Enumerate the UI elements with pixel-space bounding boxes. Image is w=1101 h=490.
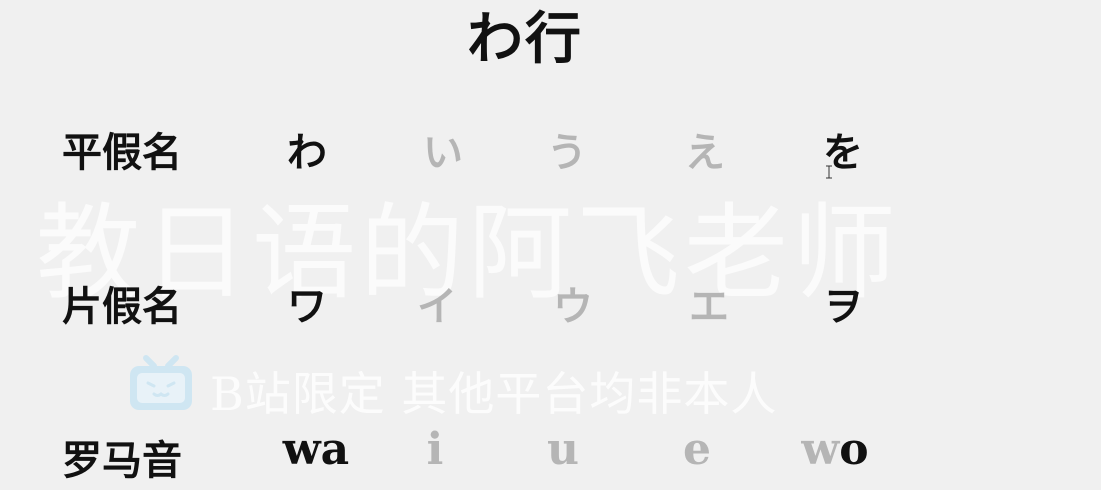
- kana-cell-hiragana-e: え: [685, 129, 725, 176]
- row-label-hiragana: 平假名: [62, 129, 182, 176]
- romaji-cell-wo: wo: [801, 424, 869, 475]
- romaji-cell-wa: wa: [282, 424, 350, 475]
- kana-cell-hiragana-u: う: [547, 129, 587, 176]
- row-label-romaji: 罗马音: [62, 437, 182, 484]
- bilibili-tv-icon: [130, 355, 192, 410]
- kana-cell-hiragana-wo: を: [823, 129, 863, 176]
- kana-cell-katakana-wo: ヲ: [823, 283, 863, 330]
- romaji-cell-e: e: [683, 424, 711, 475]
- row-label-katakana: 片假名: [62, 283, 182, 330]
- page-title: わ行: [467, 6, 583, 72]
- kana-cell-hiragana-i: い: [423, 129, 463, 176]
- text-cursor-icon: [826, 165, 832, 179]
- romaji-cell-u: u: [547, 424, 579, 475]
- kana-cell-katakana-i: イ: [417, 283, 457, 330]
- kana-cell-katakana-wa: ワ: [287, 283, 327, 330]
- kana-cell-katakana-e: エ: [689, 283, 729, 330]
- kana-cell-hiragana-wa: わ: [287, 129, 327, 176]
- romaji-cell-i: i: [426, 424, 444, 475]
- kana-cell-katakana-u: ウ: [553, 283, 593, 330]
- watermark-subtext: B站限定 其他平台均非本人: [210, 367, 778, 421]
